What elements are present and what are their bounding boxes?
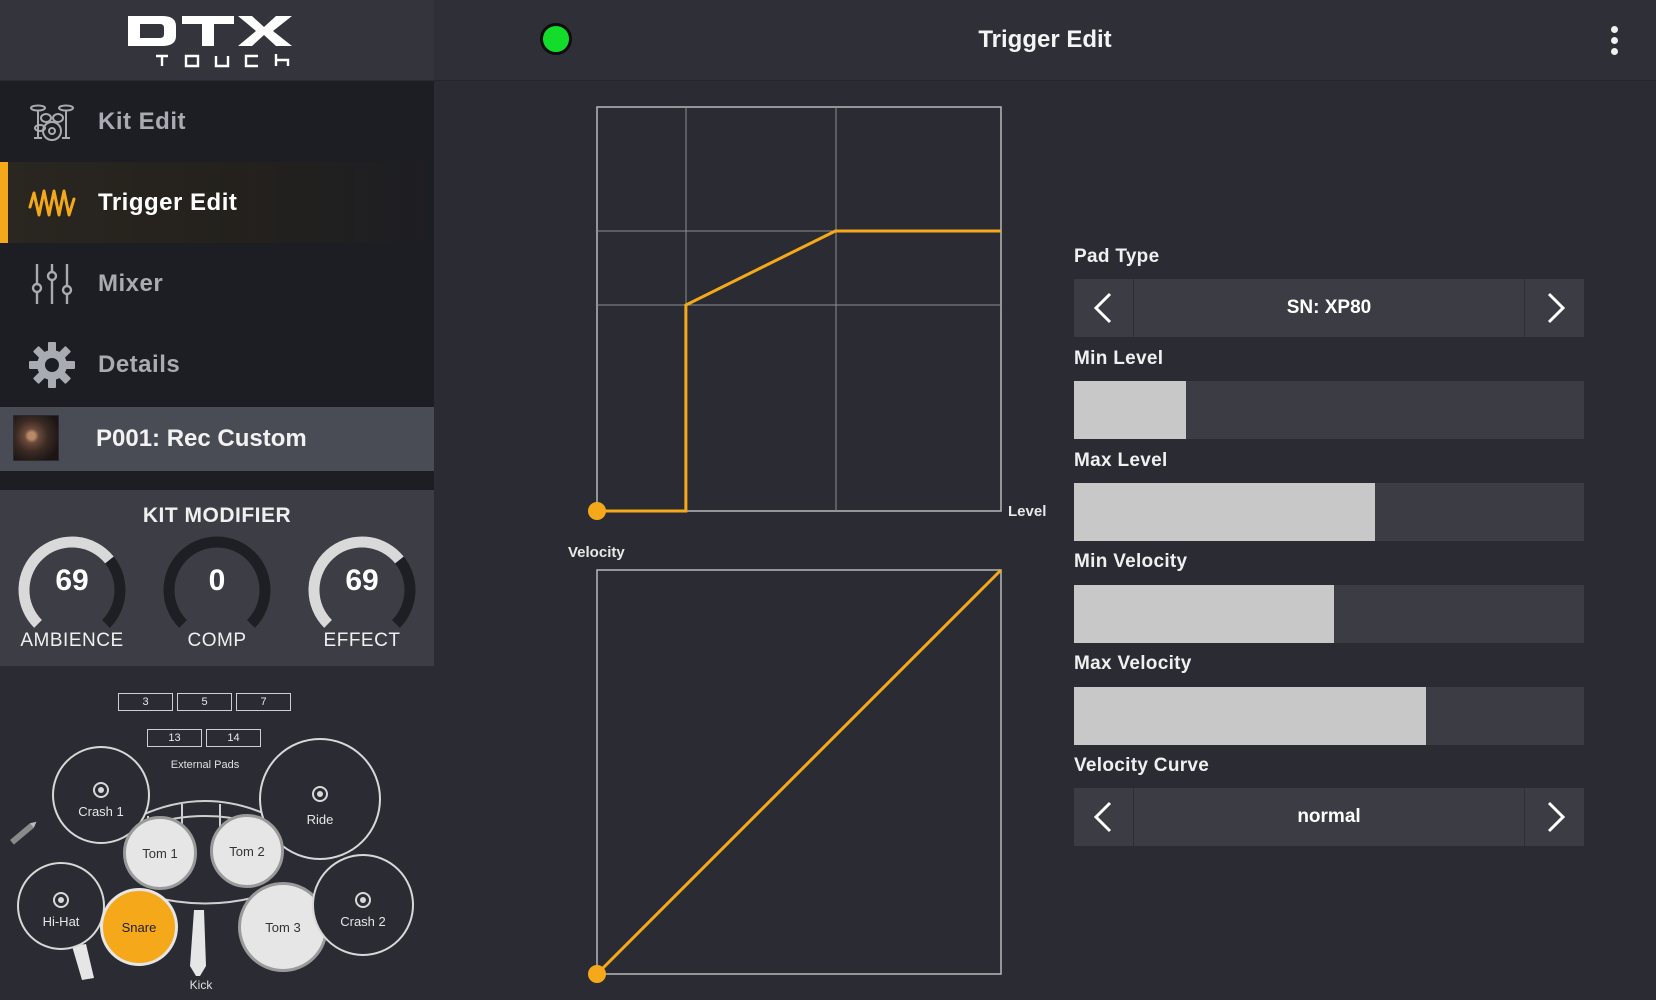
velocity-graph <box>588 568 1003 983</box>
pad-label: Tom 1 <box>142 845 178 861</box>
min-level-slider[interactable] <box>1074 381 1584 439</box>
max-velocity-slider[interactable] <box>1074 687 1584 745</box>
level-origin-handle[interactable] <box>588 502 606 520</box>
sidebar-item-trigger-edit[interactable]: Trigger Edit <box>0 162 434 243</box>
pad-sensor-icon <box>93 782 109 798</box>
chevron-left-icon <box>1093 801 1112 833</box>
sidebar: Kit Edit Trigger Edit Mixer Details P001… <box>0 0 434 1000</box>
pad-label: Crash 2 <box>340 914 386 929</box>
ambience-label: AMBIENCE <box>20 630 124 651</box>
kit-pad-map: 3 5 7 13 14 External Pads Crash 1 Ride T… <box>0 666 434 1000</box>
comp-value: 0 <box>208 564 226 597</box>
pad-tom-2[interactable]: Tom 2 <box>210 814 284 888</box>
pad-sensor-icon <box>355 892 371 908</box>
overflow-menu-icon[interactable] <box>1604 24 1624 56</box>
velocity-curve <box>595 568 1003 976</box>
gear-icon <box>29 342 75 388</box>
pad-sensor-icon <box>53 892 69 908</box>
page-title: Trigger Edit <box>978 26 1112 53</box>
pad-label: Snare <box>121 919 157 935</box>
velocity-curve-selector: normal <box>1074 788 1584 846</box>
chevron-left-icon <box>1093 292 1112 324</box>
app-window: Kit Edit Trigger Edit Mixer Details P001… <box>0 0 1656 1000</box>
effect-knob[interactable]: 69 EFFECT <box>302 530 422 660</box>
chevron-right-icon <box>1547 801 1566 833</box>
sidebar-item-label: Details <box>98 351 181 378</box>
max-level-fill <box>1074 483 1375 541</box>
min-velocity-label: Min Velocity <box>1074 551 1188 572</box>
kit-name: P001: Rec Custom <box>96 425 307 452</box>
effect-value: 69 <box>345 564 379 597</box>
comp-label: COMP <box>187 630 247 651</box>
velocity-curve-prev-button[interactable] <box>1074 788 1134 846</box>
pad-label: Hi-Hat <box>42 914 80 929</box>
max-velocity-fill <box>1074 687 1426 745</box>
sidebar-item-label: Trigger Edit <box>98 189 238 216</box>
velocity-curve-label: Velocity Curve <box>1074 755 1210 776</box>
logo-bar <box>0 0 434 81</box>
velocity-axis-label: Velocity <box>568 544 625 561</box>
velocity-curve-value: normal <box>1297 806 1361 827</box>
drum-kit-icon <box>30 104 74 141</box>
sidebar-item-label: Mixer <box>98 270 164 297</box>
pad-label: Tom 3 <box>265 919 301 935</box>
pad-type-label: Pad Type <box>1074 246 1160 267</box>
min-level-fill <box>1074 381 1187 439</box>
kit-modifier-title: KIT MODIFIER <box>142 504 292 527</box>
current-kit[interactable]: P001: Rec Custom <box>0 407 434 471</box>
dtx-touch-logo <box>128 16 292 68</box>
pad-sensor-icon <box>312 786 328 802</box>
pad-tom-1[interactable]: Tom 1 <box>123 816 197 890</box>
level-curve <box>597 229 1001 513</box>
comp-knob[interactable]: 0 COMP <box>157 530 277 660</box>
pad-label: Ride <box>306 812 334 827</box>
ambience-knob[interactable]: 69 AMBIENCE <box>12 530 132 660</box>
sidebar-item-kit-edit[interactable]: Kit Edit <box>0 81 434 162</box>
sidebar-item-label: Kit Edit <box>98 108 186 135</box>
kit-modifier-panel: KIT MODIFIER 69 AMBIENCE 0 COMP 69 EFFEC… <box>0 490 434 666</box>
pad-kick-label[interactable]: Kick <box>180 978 222 992</box>
pad-type-next-button[interactable] <box>1524 279 1584 337</box>
pad-type-prev-button[interactable] <box>1074 279 1134 337</box>
pad-snare[interactable]: Snare <box>100 888 178 966</box>
sidebar-item-details[interactable]: Details <box>0 324 434 405</box>
waveform-icon <box>28 189 76 217</box>
min-level-label: Min Level <box>1074 348 1164 369</box>
level-axis-label: Level <box>1008 503 1047 520</box>
kit-thumbnail <box>13 415 59 461</box>
min-velocity-slider[interactable] <box>1074 585 1584 643</box>
pad-hi-hat[interactable]: Hi-Hat <box>17 862 105 950</box>
max-velocity-label: Max Velocity <box>1074 653 1192 674</box>
pad-label: Crash 1 <box>78 804 124 819</box>
pad-crash-2[interactable]: Crash 2 <box>312 854 414 956</box>
max-level-label: Max Level <box>1074 450 1168 471</box>
velocity-origin-handle[interactable] <box>588 965 606 983</box>
pad-type-selector: SN: XP80 <box>1074 279 1584 337</box>
pad-label: Tom 2 <box>229 843 265 859</box>
pad-type-value: SN: XP80 <box>1286 297 1372 318</box>
ambience-value: 69 <box>55 564 89 597</box>
level-graph <box>588 106 1002 520</box>
sidebar-item-mixer[interactable]: Mixer <box>0 243 434 324</box>
chevron-right-icon <box>1547 292 1566 324</box>
max-level-slider[interactable] <box>1074 483 1584 541</box>
velocity-curve-next-button[interactable] <box>1524 788 1584 846</box>
min-velocity-fill <box>1074 585 1335 643</box>
effect-label: EFFECT <box>323 630 401 651</box>
mixer-sliders-icon <box>31 264 73 304</box>
